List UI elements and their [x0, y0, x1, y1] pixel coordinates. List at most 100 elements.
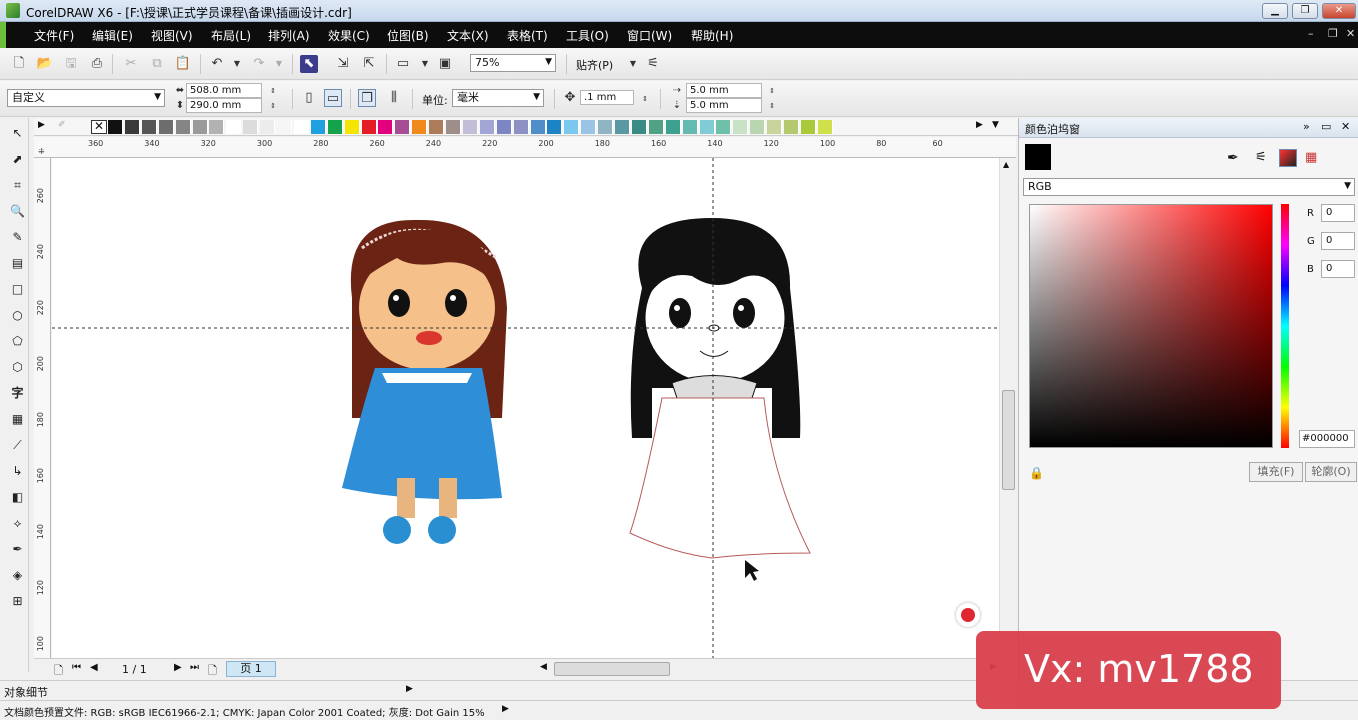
- duplicate-x-input[interactable]: 5.0 mm: [686, 83, 762, 98]
- color-swatch[interactable]: [243, 120, 259, 134]
- docker-expand-icon[interactable]: »: [1303, 120, 1310, 133]
- hscroll-left-icon[interactable]: ◀: [540, 662, 547, 672]
- next-page-icon[interactable]: ▶: [174, 662, 182, 673]
- color-swatch[interactable]: [564, 120, 580, 134]
- last-page-icon[interactable]: ⏭: [190, 662, 199, 673]
- ellipse-tool-icon[interactable]: ○: [8, 306, 27, 325]
- copy-icon[interactable]: ⧉: [148, 55, 166, 73]
- first-page-icon[interactable]: ⏮: [72, 662, 81, 673]
- open-icon[interactable]: 📂: [36, 55, 54, 73]
- undo-icon[interactable]: ↶: [208, 55, 226, 73]
- outline-button[interactable]: 轮廓(O): [1305, 462, 1357, 482]
- page-preset-select[interactable]: 自定义 ▼: [7, 89, 165, 107]
- import-icon[interactable]: ⇲: [334, 55, 352, 73]
- color-swatch[interactable]: [226, 120, 242, 134]
- color-swatch[interactable]: [158, 120, 174, 134]
- new-document-icon[interactable]: 🗋: [10, 55, 28, 73]
- menu-file[interactable]: 文件(F): [34, 27, 74, 44]
- welcome-screen-icon[interactable]: ▣: [436, 55, 454, 73]
- all-pages-icon[interactable]: ❐: [358, 89, 376, 107]
- color-swatch[interactable]: [581, 120, 597, 134]
- green-input[interactable]: 0: [1321, 232, 1355, 250]
- table-tool-icon[interactable]: ▦: [8, 410, 27, 429]
- prev-page-icon[interactable]: ◀: [90, 662, 98, 673]
- color-swatch[interactable]: [716, 120, 732, 134]
- menu-view[interactable]: 视图(V): [151, 27, 193, 44]
- color-swatch[interactable]: [395, 120, 411, 134]
- color-swatch[interactable]: [784, 120, 799, 134]
- print-icon[interactable]: ⎙: [88, 55, 106, 73]
- menu-text[interactable]: 文本(X): [447, 27, 489, 44]
- menu-window[interactable]: 窗口(W): [627, 27, 672, 44]
- color-swatch[interactable]: [192, 120, 208, 134]
- color-swatch[interactable]: [327, 120, 343, 134]
- rectangle-tool-icon[interactable]: □: [8, 280, 27, 299]
- color-swatch[interactable]: [479, 120, 495, 134]
- color-swatch[interactable]: [310, 120, 326, 134]
- nudge-distance-input[interactable]: .1 mm: [580, 90, 634, 105]
- dimension-tool-icon[interactable]: ⟋: [8, 436, 27, 455]
- restore-button[interactable]: ❐: [1292, 3, 1318, 19]
- snap-to-menu[interactable]: 贴齐(P): [576, 57, 613, 73]
- page-height-input[interactable]: 290.0 mm: [186, 98, 262, 113]
- color-swatch[interactable]: [682, 120, 698, 134]
- color-swatch[interactable]: [800, 120, 816, 134]
- color-swatch[interactable]: [141, 120, 157, 134]
- snap-dropdown-icon[interactable]: ▼: [624, 55, 642, 73]
- color-swatch[interactable]: [513, 120, 529, 134]
- fill-tool-icon[interactable]: ◈: [8, 566, 27, 585]
- menu-edit[interactable]: 编辑(E): [92, 27, 133, 44]
- color-swatch[interactable]: [412, 120, 428, 134]
- ruler-origin-icon[interactable]: ⁜: [38, 147, 45, 156]
- search-content-icon[interactable]: ⬉: [300, 55, 318, 73]
- close-button[interactable]: ✕: [1322, 3, 1356, 19]
- color-swatch[interactable]: [733, 120, 749, 134]
- color-swatch[interactable]: [277, 120, 292, 134]
- page-width-input[interactable]: 508.0 mm: [186, 83, 262, 98]
- color-swatch[interactable]: [293, 120, 309, 134]
- cut-icon[interactable]: ✂: [122, 55, 140, 73]
- nudge-spinner-icon[interactable]: ⇕: [636, 90, 654, 108]
- color-swatch[interactable]: [446, 120, 461, 134]
- fill-button[interactable]: 填充(F): [1249, 462, 1303, 482]
- docker-minimize-icon[interactable]: ▭: [1321, 120, 1331, 133]
- menu-bitmaps[interactable]: 位图(B): [387, 27, 429, 44]
- zoom-tool-icon[interactable]: 🔍: [8, 202, 27, 221]
- color-swatch[interactable]: [767, 120, 783, 134]
- scroll-up-icon[interactable]: ▲: [1003, 160, 1009, 169]
- page-tab-1[interactable]: 页 1: [226, 661, 276, 677]
- freehand-tool-icon[interactable]: ✎: [8, 228, 27, 247]
- palette-expand-icon[interactable]: ▼: [992, 120, 999, 130]
- menu-effects[interactable]: 效果(C): [328, 27, 370, 44]
- color-swatch[interactable]: [429, 120, 445, 134]
- color-swatch[interactable]: [615, 120, 630, 134]
- add-page-icon[interactable]: 🗋: [208, 662, 217, 681]
- portrait-icon[interactable]: ▯: [300, 89, 318, 107]
- color-swatch[interactable]: [598, 120, 614, 134]
- lock-icon[interactable]: 🔒: [1029, 466, 1044, 480]
- color-swatch[interactable]: [665, 120, 681, 134]
- launcher-dropdown-icon[interactable]: ▼: [416, 55, 434, 73]
- color-swatch[interactable]: [750, 120, 766, 134]
- current-page-icon[interactable]: ⫼: [385, 89, 403, 107]
- color-swatch[interactable]: [496, 120, 512, 134]
- color-swatch[interactable]: [175, 120, 191, 134]
- vertical-ruler[interactable]: 260 240 220 200 180 160 140 120 100: [34, 158, 51, 658]
- no-color-swatch[interactable]: ✕: [91, 120, 107, 134]
- color-swatch[interactable]: [817, 120, 833, 134]
- menu-help[interactable]: 帮助(H): [691, 27, 733, 44]
- doc-minimize-icon[interactable]: –: [1308, 27, 1314, 40]
- color-swatch[interactable]: [260, 120, 276, 134]
- horizontal-scroll-thumb[interactable]: [554, 662, 670, 676]
- red-input[interactable]: 0: [1321, 204, 1355, 222]
- color-swatch[interactable]: [108, 120, 123, 134]
- export-icon[interactable]: ⇱: [360, 55, 378, 73]
- hex-input[interactable]: #000000: [1299, 430, 1355, 448]
- object-details-expand-icon[interactable]: ▶: [406, 684, 413, 694]
- color-swatch[interactable]: [361, 120, 377, 134]
- eyedropper-palette-icon[interactable]: ✐: [58, 120, 66, 130]
- blue-input[interactable]: 0: [1321, 260, 1355, 278]
- vertical-scroll-thumb[interactable]: [1002, 390, 1015, 490]
- application-launcher-icon[interactable]: ▭: [394, 55, 412, 73]
- paste-icon[interactable]: 📋: [174, 55, 192, 73]
